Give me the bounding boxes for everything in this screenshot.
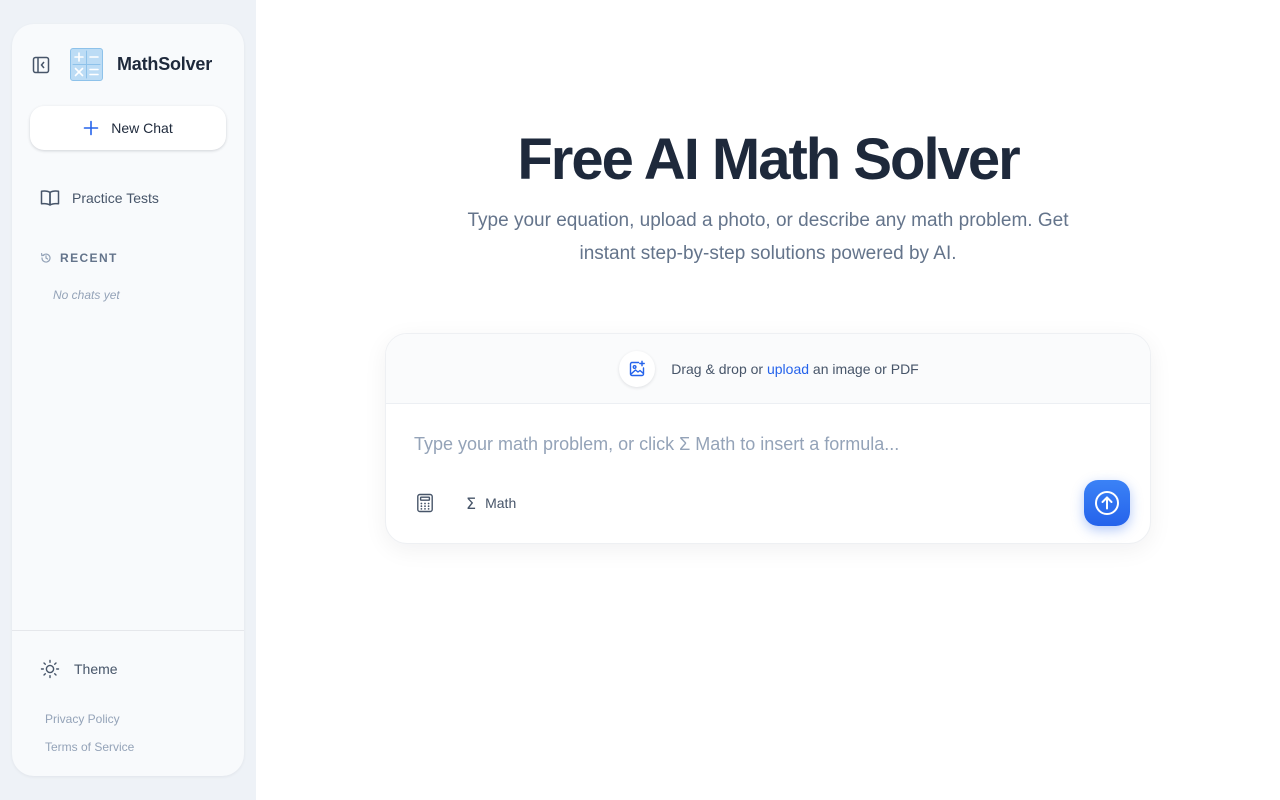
calculator-button[interactable] — [414, 492, 436, 514]
theme-label: Theme — [74, 661, 118, 677]
upload-suffix: an image or PDF — [809, 360, 919, 377]
math-problem-input[interactable] — [400, 422, 1100, 466]
brand-name: MathSolver — [117, 54, 213, 74]
privacy-policy-link[interactable]: Privacy Policy — [45, 712, 120, 726]
empty-chats-message: No chats yet — [53, 288, 120, 302]
send-button[interactable] — [1084, 480, 1130, 526]
upload-instructions: Drag & drop or upload an image or PDF — [671, 361, 918, 377]
insert-math-button[interactable]: Σ Math — [466, 492, 516, 514]
math-button-label: Math — [485, 495, 517, 511]
image-plus-icon — [630, 360, 646, 376]
calculator-logo — [70, 48, 103, 81]
practice-tests-label: Practice Tests — [72, 190, 159, 206]
calculator-icon — [417, 493, 433, 513]
sigma-icon: Σ — [466, 493, 477, 513]
book-open-icon — [40, 190, 60, 206]
practice-tests-link[interactable]: Practice Tests — [30, 180, 226, 216]
page-title: Free AI Math Solver — [517, 127, 1020, 192]
upload-dropzone[interactable]: Drag & drop or upload an image or PDF — [386, 334, 1150, 404]
theme-toggle[interactable]: Theme — [40, 656, 118, 682]
sidebar-collapse-icon — [32, 56, 50, 74]
upload-prefix: Drag & drop or — [671, 360, 767, 377]
plus-icon — [83, 120, 99, 136]
recent-label: RECENT — [60, 251, 118, 265]
new-chat-label: New Chat — [111, 120, 173, 136]
history-icon — [41, 253, 51, 263]
sidebar-collapse-button[interactable] — [30, 54, 52, 76]
sidebar-divider — [12, 630, 244, 631]
sun-icon — [40, 659, 60, 679]
sidebar-header: MathSolver — [12, 24, 244, 104]
page-subtitle: Type your equation, upload a photo, or d… — [467, 210, 1069, 264]
sidebar: MathSolver New Chat Practice Tests RECEN… — [12, 24, 244, 776]
recent-header: RECENT — [40, 251, 118, 265]
arrow-up-circle-icon — [1095, 491, 1119, 515]
upload-image-button[interactable] — [619, 350, 656, 387]
problem-composer: Drag & drop or upload an image or PDF Σ … — [385, 333, 1151, 544]
new-chat-button[interactable]: New Chat — [30, 106, 226, 150]
upload-link[interactable]: upload — [767, 361, 809, 377]
terms-of-service-link[interactable]: Terms of Service — [45, 740, 134, 754]
